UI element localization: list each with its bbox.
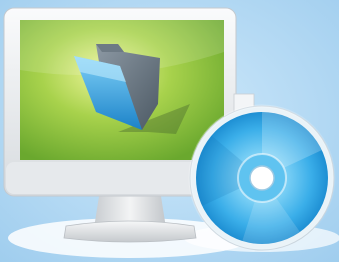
monitor-stand-base (63, 220, 197, 243)
optical-disc-icon (188, 104, 336, 252)
disc-hole (249, 165, 275, 191)
illustration-canvas (0, 0, 339, 262)
illustration (0, 0, 339, 262)
